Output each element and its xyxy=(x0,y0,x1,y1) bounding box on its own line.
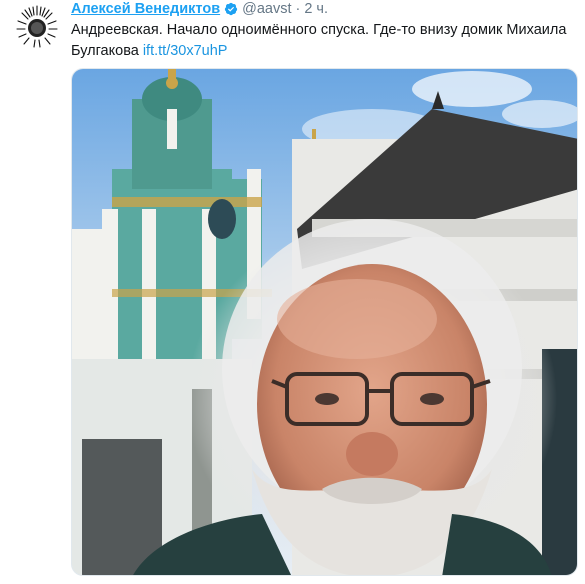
tweet-link[interactable]: ift.tt/30x7uhP xyxy=(143,43,228,59)
tweet-photo[interactable] xyxy=(71,68,578,576)
author-handle[interactable]: @aavst xyxy=(242,1,291,17)
author-name[interactable]: Алексей Венедиктов xyxy=(71,1,220,17)
tweet: Алексей Венедиктов @aavst · 2 ч. Андреев… xyxy=(0,0,585,584)
verified-badge-icon xyxy=(224,2,238,16)
tweet-text: Андреевская. Начало одноимённого спуска.… xyxy=(71,20,571,62)
separator-dot: · xyxy=(295,1,301,17)
tweet-header: Алексей Венедиктов @aavst · 2 ч. xyxy=(71,0,328,18)
user-avatar[interactable] xyxy=(14,4,60,50)
tweet-timestamp[interactable]: 2 ч. xyxy=(304,1,328,17)
